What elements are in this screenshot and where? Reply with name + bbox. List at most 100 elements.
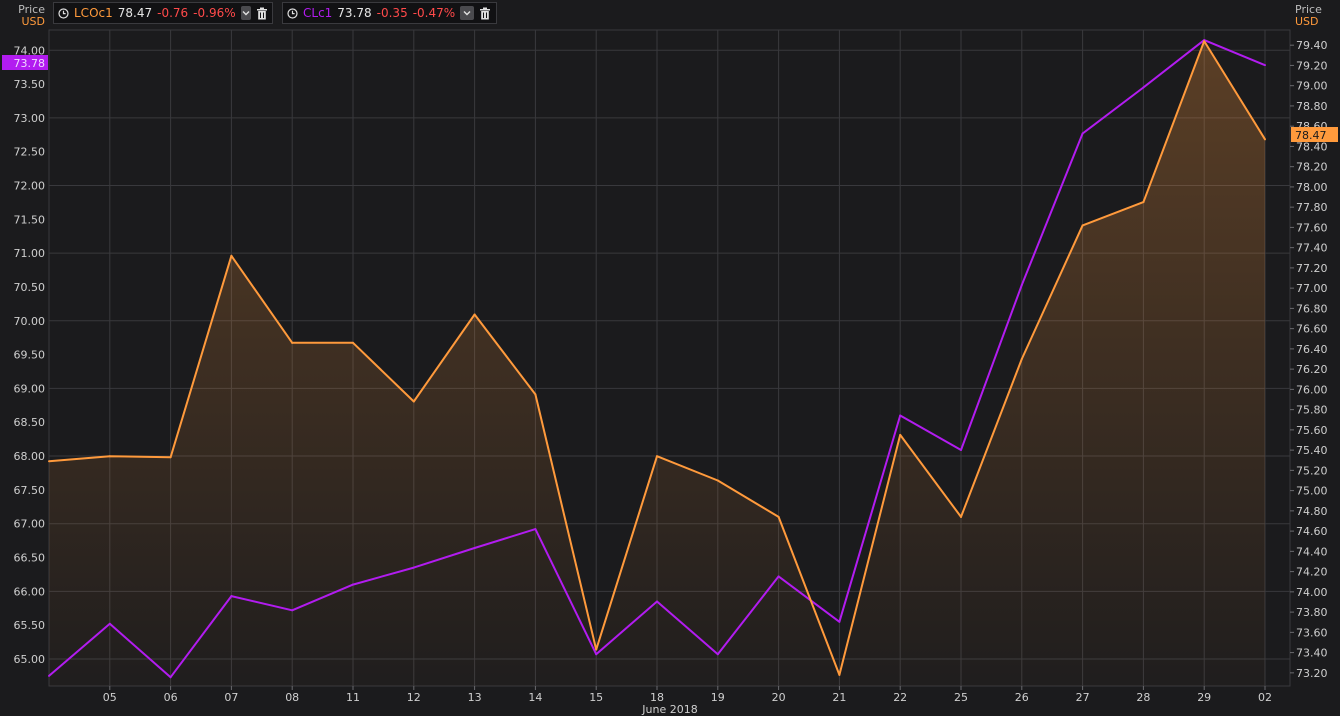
x-tick-label: 06: [164, 691, 178, 704]
x-tick-label: 19: [711, 691, 725, 704]
legend-lco-last: 78.47: [117, 6, 153, 20]
right-tick-label: 77.20: [1296, 262, 1328, 275]
right-tick-label: 74.20: [1296, 566, 1328, 579]
cl-data-point: [108, 622, 111, 625]
right-tick-label: 75.00: [1296, 485, 1328, 498]
cl-data-point: [169, 676, 172, 679]
trash-icon[interactable]: [256, 6, 268, 20]
chevron-down-icon[interactable]: [460, 6, 474, 20]
clock-icon: [287, 7, 298, 19]
x-tick-label: 26: [1015, 691, 1029, 704]
cl-data-point: [48, 674, 50, 677]
x-tick-label: 15: [589, 691, 603, 704]
cl-data-point: [960, 448, 962, 451]
left-tick-label: 65.00: [14, 653, 46, 666]
cl-data-point: [1081, 132, 1084, 135]
trash-icon[interactable]: [479, 6, 492, 20]
right-tick-label: 77.00: [1296, 282, 1328, 295]
cl-data-point: [352, 583, 354, 586]
left-tick-label: 70.00: [14, 315, 46, 328]
x-tick-label: 07: [224, 691, 238, 704]
right-tick-label: 73.80: [1296, 606, 1328, 619]
x-tick-label: 21: [832, 691, 846, 704]
lco-data-point: [48, 460, 50, 463]
legend-cl[interactable]: CLc1 73.78 -0.35 -0.47%: [282, 2, 497, 24]
cl-data-point: [838, 620, 841, 623]
left-tick-label: 70.50: [14, 281, 46, 294]
cl-data-point: [412, 566, 415, 569]
legend-cl-name: CLc1: [303, 6, 333, 20]
cl-data-point: [716, 653, 719, 656]
cl-data-point: [777, 575, 780, 578]
left-tick-label: 65.50: [14, 619, 46, 632]
cl-data-point: [291, 609, 294, 612]
cl-data-point: [899, 414, 902, 417]
lco-data-point: [656, 455, 658, 458]
right-tick-label: 77.40: [1296, 242, 1328, 255]
right-tick-label: 78.40: [1296, 140, 1328, 153]
right-tick-label: 76.80: [1296, 302, 1328, 315]
lco-data-point: [1081, 224, 1084, 227]
legend-lco-name: LCOc1: [74, 6, 113, 20]
lco-data-point: [352, 341, 354, 344]
lco-data-point: [1203, 40, 1206, 43]
right-tick-label: 79.00: [1296, 80, 1328, 93]
legend-lco-pct: -0.96%: [193, 6, 236, 20]
lco-data-point: [108, 455, 111, 458]
lco-data-point: [230, 254, 233, 257]
cl-data-point: [1142, 86, 1145, 89]
lco-data-point: [899, 433, 902, 436]
x-tick-label: 27: [1076, 691, 1090, 704]
left-tick-label: 67.00: [14, 518, 46, 531]
right-tick-label: 79.20: [1296, 59, 1328, 72]
x-tick-label: 11: [346, 691, 360, 704]
right-tick-label: 74.80: [1296, 505, 1328, 518]
lco-last-value-label: 78.47: [1295, 129, 1327, 142]
left-tick-label: 66.50: [14, 552, 46, 565]
x-tick-label: 20: [772, 691, 786, 704]
left-tick-label: 72.00: [14, 180, 46, 193]
x-tick-label: 08: [285, 691, 299, 704]
x-tick-label: 25: [954, 691, 968, 704]
cl-data-point: [1264, 64, 1266, 67]
left-tick-label: 68.00: [14, 450, 46, 463]
left-tick-label: 66.00: [14, 585, 46, 598]
left-tick-label: 69.00: [14, 382, 46, 395]
right-tick-label: 75.20: [1296, 464, 1328, 477]
lco-data-point: [838, 673, 841, 676]
clock-icon: [58, 7, 69, 19]
right-tick-label: 76.00: [1296, 383, 1328, 396]
lco-data-point: [473, 313, 476, 316]
right-tick-label: 73.40: [1296, 647, 1328, 660]
right-tick-label: 74.60: [1296, 525, 1328, 538]
right-tick-label: 76.60: [1296, 323, 1328, 336]
right-tick-label: 77.60: [1296, 221, 1328, 234]
left-axis-currency-label: USD: [21, 15, 45, 28]
x-tick-label: 05: [103, 691, 117, 704]
cl-data-point: [534, 528, 537, 531]
legend-cl-last: 73.78: [337, 6, 372, 20]
lco-data-point: [1264, 138, 1266, 141]
x-tick-label: 29: [1197, 691, 1211, 704]
cl-data-point: [595, 653, 598, 656]
chevron-down-icon[interactable]: [240, 6, 251, 20]
legend-lco[interactable]: LCOc1 78.47 -0.76 -0.96%: [53, 2, 273, 24]
lco-data-point: [412, 400, 415, 403]
legend-lco-change: -0.76: [157, 6, 189, 20]
x-tick-label: 28: [1136, 691, 1150, 704]
right-tick-label: 75.60: [1296, 424, 1328, 437]
price-chart: 65.00 65.50 66.00 66.50 67.00 67.50 68.00 68.50…: [0, 0, 1340, 716]
lco-data-point: [960, 515, 962, 518]
cl-data-point: [656, 600, 658, 603]
left-tick-label: 71.00: [14, 247, 46, 260]
right-tick-label: 76.40: [1296, 343, 1328, 356]
left-tick-label: 68.50: [14, 416, 46, 429]
cl-data-point: [1020, 283, 1023, 286]
left-tick-label: 71.50: [14, 213, 46, 226]
lco-data-point: [1142, 201, 1145, 204]
left-tick-label: 69.50: [14, 349, 46, 362]
right-tick-label: 74.00: [1296, 586, 1328, 599]
lco-data-point: [777, 515, 780, 518]
right-tick-label: 74.40: [1296, 545, 1328, 558]
x-tick-label: 22: [893, 691, 907, 704]
